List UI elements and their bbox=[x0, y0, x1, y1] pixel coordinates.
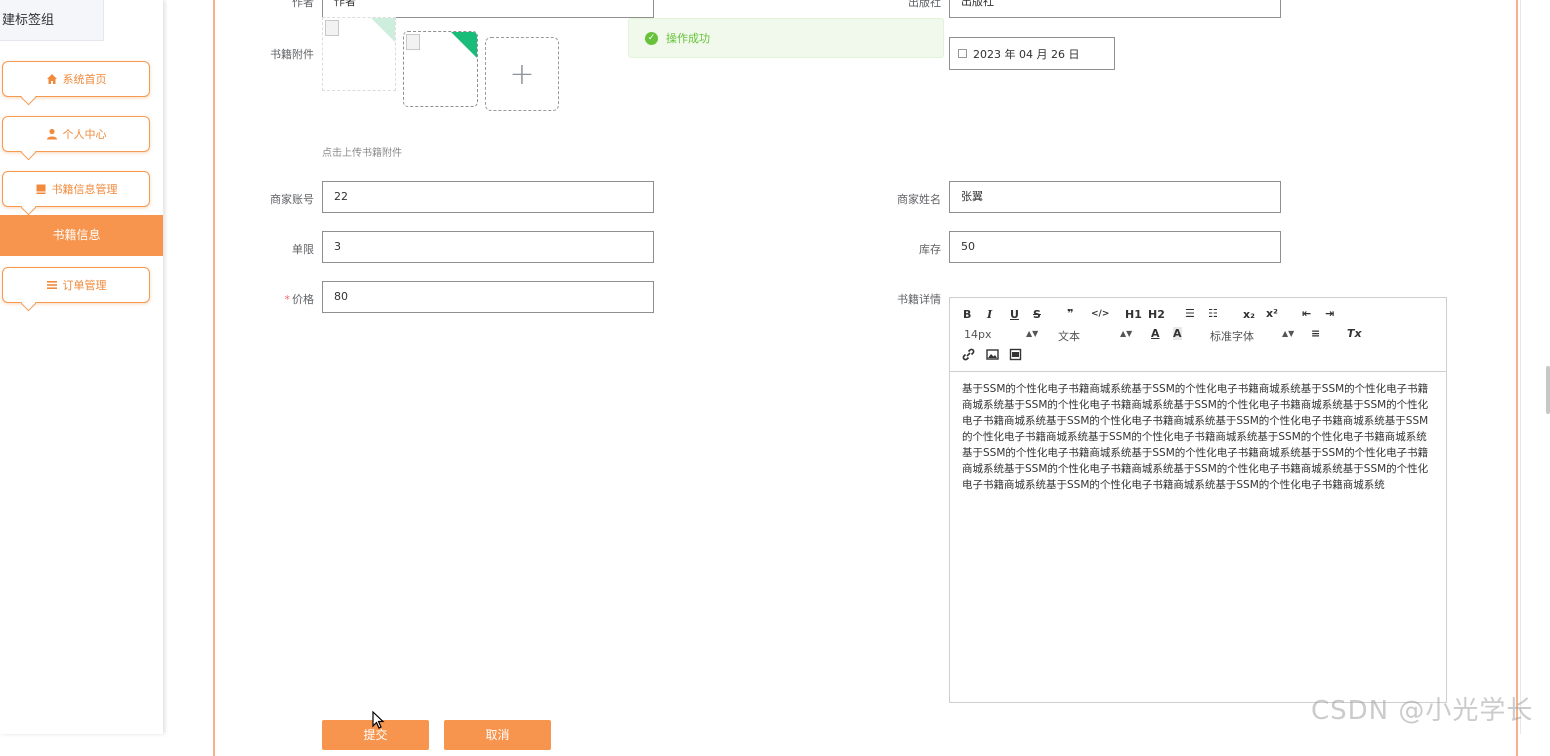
background-color-button[interactable]: A bbox=[1173, 327, 1182, 340]
subscript-button[interactable]: x₂ bbox=[1243, 308, 1255, 321]
toast-message: 操作成功 bbox=[666, 32, 710, 45]
mouse-cursor-icon bbox=[372, 711, 385, 729]
broken-image-icon bbox=[406, 34, 420, 50]
upload-add-button[interactable]: + bbox=[485, 37, 559, 111]
bullet-list-button[interactable]: ☷ bbox=[1208, 307, 1218, 320]
italic-button[interactable]: I bbox=[987, 308, 992, 321]
text-type-arrow-icon: ▲▼ bbox=[1120, 329, 1133, 338]
heading2-button[interactable]: H2 bbox=[1148, 308, 1165, 321]
sidebar-item-home[interactable]: 系统首页 bbox=[2, 61, 150, 97]
image-icon[interactable] bbox=[986, 348, 999, 361]
strikethrough-button[interactable]: S bbox=[1033, 308, 1041, 321]
code-block-button[interactable]: </> bbox=[1091, 309, 1109, 319]
sidebar-item-label: 个人中心 bbox=[62, 128, 107, 141]
cancel-button[interactable]: 取消 bbox=[444, 720, 551, 750]
attachment-label: 书籍附件 bbox=[270, 48, 314, 61]
price-input[interactable]: 80 bbox=[322, 281, 654, 313]
underline-button[interactable]: U bbox=[1010, 308, 1019, 321]
upload-success-badge bbox=[371, 18, 395, 42]
author-label: 作者 bbox=[292, 0, 314, 9]
align-button[interactable]: ≡ bbox=[1311, 327, 1320, 340]
publish-date-value: 2023 年 04 月 26 日 bbox=[973, 47, 1080, 61]
stock-input[interactable]: 50 bbox=[949, 231, 1281, 263]
font-family-arrow-icon: ▲▼ bbox=[1282, 329, 1295, 338]
heading1-button[interactable]: H1 bbox=[1125, 308, 1142, 321]
link-icon[interactable] bbox=[962, 348, 975, 361]
bookmark-group-chip[interactable]: 建标签组 bbox=[0, 0, 104, 41]
blockquote-button[interactable]: ❞ bbox=[1067, 307, 1073, 320]
publisher-label: 出版社 bbox=[908, 0, 941, 9]
details-rich-editor[interactable]: B I U S ❞ </> H1 H2 ☰ ☷ x₂ x² ⇤ ⇥ 14px ▲… bbox=[949, 297, 1447, 703]
merchant-name-input[interactable]: 张翼 bbox=[949, 181, 1281, 213]
author-input[interactable]: 作者 bbox=[322, 0, 654, 18]
sidebar-item-label: 书籍信息 bbox=[52, 228, 101, 242]
video-icon[interactable] bbox=[1009, 348, 1022, 361]
details-label: 书籍详情 bbox=[897, 293, 941, 306]
merchant-account-input[interactable]: 22 bbox=[322, 181, 654, 213]
bold-button[interactable]: B bbox=[963, 308, 971, 321]
merchant-name-label: 商家姓名 bbox=[897, 193, 941, 206]
check-circle-icon: ✓ bbox=[645, 31, 658, 45]
editor-content[interactable]: 基于SSM的个性化电子书籍商城系统基于SSM的个性化电子书籍商城系统基于SSM的… bbox=[962, 381, 1434, 493]
stock-label: 库存 bbox=[919, 243, 941, 256]
sidebar-item-label: 系统首页 bbox=[62, 73, 107, 86]
watermark: CSDN @小光学长 bbox=[1311, 696, 1534, 726]
list-icon bbox=[46, 281, 57, 289]
sidebar-item-book-management[interactable]: 书籍信息管理 bbox=[2, 171, 150, 207]
user-icon bbox=[46, 128, 57, 140]
font-size-select[interactable]: 14px bbox=[964, 328, 992, 341]
ordered-list-button[interactable]: ☰ bbox=[1185, 307, 1195, 320]
text-type-select[interactable]: 文本 bbox=[1058, 328, 1080, 344]
sidebar-item-label: 订单管理 bbox=[62, 279, 107, 292]
editor-toolbar: B I U S ❞ </> H1 H2 ☰ ☷ x₂ x² ⇤ ⇥ 14px ▲… bbox=[950, 298, 1446, 372]
superscript-button[interactable]: x² bbox=[1266, 307, 1278, 320]
font-size-arrow-icon: ▲▼ bbox=[1026, 329, 1039, 338]
sidebar-item-label: 书籍信息管理 bbox=[51, 183, 118, 196]
price-label-text: 价格 bbox=[292, 293, 314, 306]
attachment-thumbnail[interactable] bbox=[403, 31, 478, 107]
sidebar: 建标签组 系统首页 个人中心 书籍信息管理 书籍信息 订单管理 bbox=[0, 0, 163, 734]
font-color-button[interactable]: A bbox=[1151, 327, 1160, 340]
required-mark: * bbox=[284, 293, 291, 306]
font-family-select[interactable]: 标准字体 bbox=[1210, 328, 1254, 344]
limit-label: 单限 bbox=[292, 243, 314, 256]
home-icon bbox=[46, 74, 57, 84]
merchant-account-label: 商家账号 bbox=[270, 193, 314, 206]
publisher-input[interactable]: 出版社 bbox=[949, 0, 1281, 18]
sidebar-item-book-info[interactable]: 书籍信息 bbox=[0, 215, 163, 256]
outdent-button[interactable]: ⇤ bbox=[1302, 307, 1311, 320]
attachment-thumbnail[interactable] bbox=[322, 17, 396, 91]
indent-button[interactable]: ⇥ bbox=[1325, 307, 1334, 320]
price-label: * 价格 bbox=[240, 291, 315, 307]
publish-date-picker[interactable]: 2023 年 04 月 26 日 bbox=[949, 37, 1115, 70]
calendar-icon bbox=[958, 49, 967, 58]
upload-success-badge bbox=[451, 32, 477, 58]
sidebar-item-orders[interactable]: 订单管理 bbox=[2, 267, 150, 303]
sidebar-item-profile[interactable]: 个人中心 bbox=[2, 116, 150, 152]
limit-input[interactable]: 3 bbox=[322, 231, 654, 263]
attachment-hint: 点击上传书籍附件 bbox=[322, 148, 402, 159]
broken-image-icon bbox=[325, 20, 339, 36]
book-icon bbox=[36, 184, 45, 194]
plus-icon: + bbox=[509, 56, 535, 92]
clear-format-button[interactable]: Tx bbox=[1347, 327, 1362, 340]
scroll-divider bbox=[1520, 0, 1521, 734]
scrollbar-thumb[interactable] bbox=[1546, 366, 1550, 414]
success-toast: ✓ 操作成功 bbox=[628, 18, 944, 58]
